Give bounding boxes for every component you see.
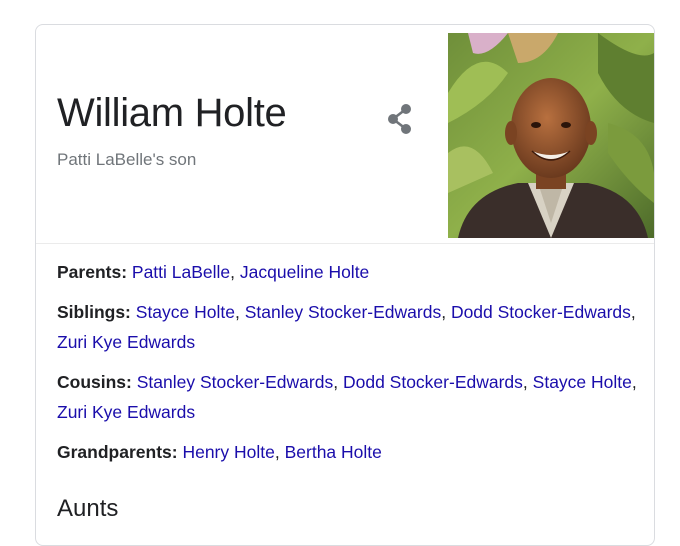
link-stayce-holte[interactable]: Stayce Holte	[533, 372, 632, 392]
page-subtitle: Patti LaBelle's son	[57, 150, 197, 169]
fact-siblings: Siblings: Stayce Holte, Stanley Stocker-…	[57, 302, 636, 352]
section-title-aunts: Aunts	[57, 495, 119, 522]
fact-cousins: Cousins: Stanley Stocker-Edwards, Dodd S…	[57, 372, 637, 422]
share-button[interactable]	[385, 103, 415, 135]
fact-label: Cousins:	[57, 372, 132, 392]
link-zuri-kye-edwards[interactable]: Zuri Kye Edwards	[57, 332, 195, 352]
link-dodd-stocker-edwards[interactable]: Dodd Stocker-Edwards	[343, 372, 523, 392]
link-bertha-holte[interactable]: Bertha Holte	[285, 442, 382, 462]
facts-list: Parents: Patti LaBelle, Jacqueline Holte…	[57, 257, 637, 477]
person-photo-image	[448, 33, 654, 238]
link-henry-holte[interactable]: Henry Holte	[182, 442, 274, 462]
link-zuri-kye-edwards[interactable]: Zuri Kye Edwards	[57, 402, 195, 422]
link-stanley-stocker-edwards[interactable]: Stanley Stocker-Edwards	[137, 372, 333, 392]
panel-header: William Holte Patti LaBelle's son	[36, 25, 654, 243]
share-icon	[388, 104, 411, 134]
link-stayce-holte[interactable]: Stayce Holte	[136, 302, 235, 322]
page-title: William Holte	[57, 91, 287, 135]
fact-label: Parents:	[57, 262, 128, 282]
link-stanley-stocker-edwards[interactable]: Stanley Stocker-Edwards	[245, 302, 441, 322]
link-patti-labelle[interactable]: Patti LaBelle	[132, 262, 230, 282]
link-dodd-stocker-edwards[interactable]: Dodd Stocker-Edwards	[451, 302, 631, 322]
fact-parents: Parents: Patti LaBelle, Jacqueline Holte	[57, 262, 370, 282]
fact-label: Grandparents:	[57, 442, 178, 462]
fact-label: Siblings:	[57, 302, 131, 322]
profile-photo[interactable]	[448, 33, 654, 238]
fact-grandparents: Grandparents: Henry Holte, Bertha Holte	[57, 442, 382, 462]
link-jacqueline-holte[interactable]: Jacqueline Holte	[240, 262, 369, 282]
divider	[36, 243, 654, 244]
knowledge-panel: William Holte Patti LaBelle's son Parent…	[35, 24, 655, 546]
